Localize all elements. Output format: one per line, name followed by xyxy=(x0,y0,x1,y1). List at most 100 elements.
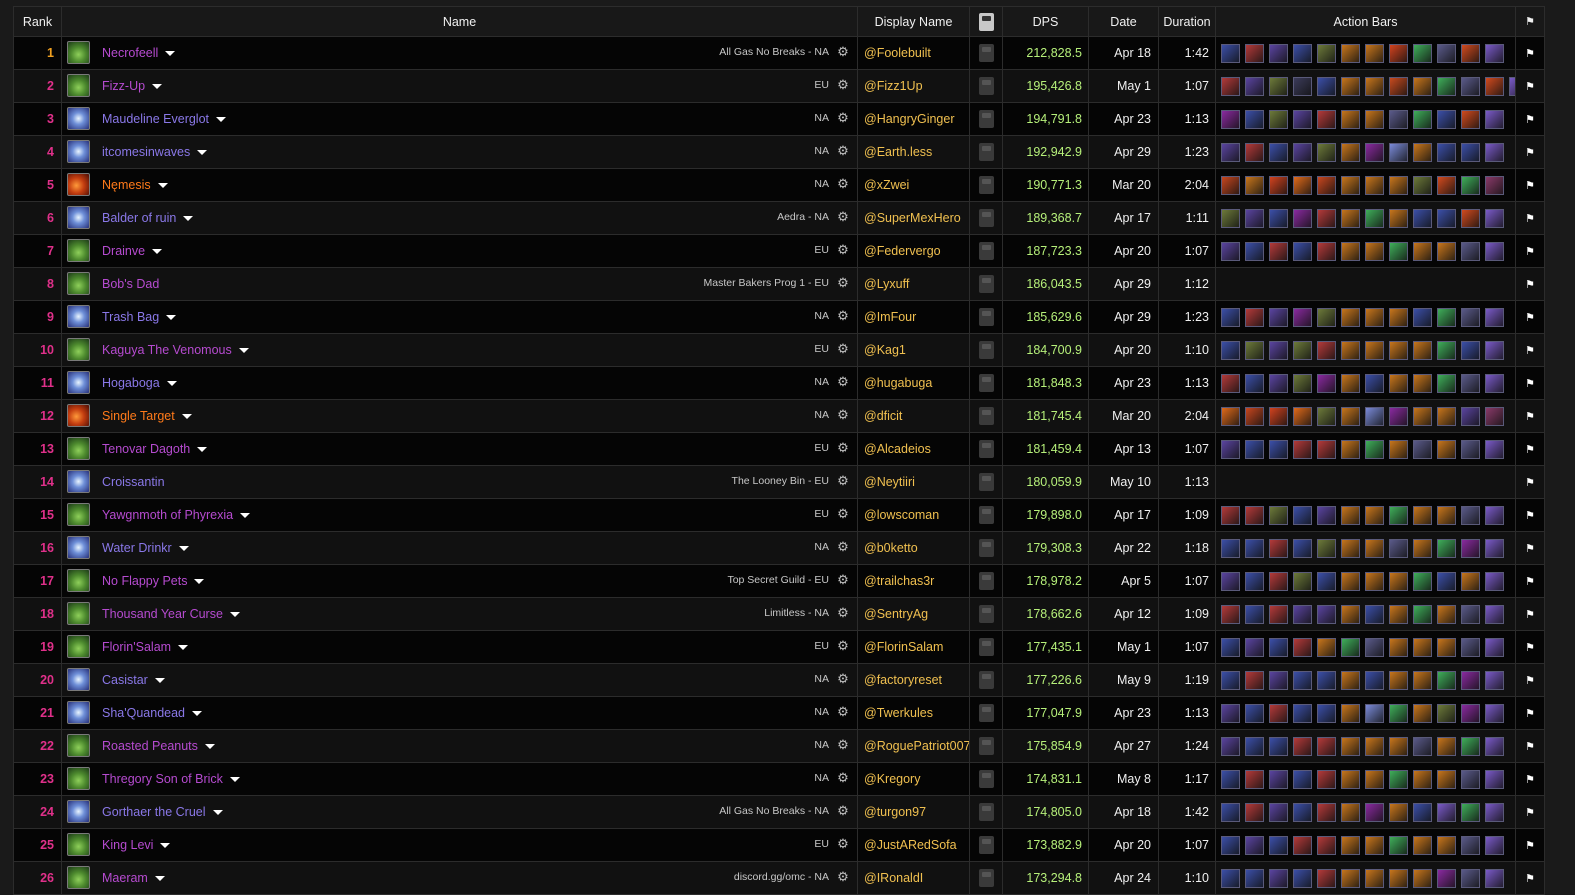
dropdown-caret-icon[interactable] xyxy=(152,249,163,255)
display-name-cell[interactable]: @Fizz1Up xyxy=(857,69,970,103)
table-row[interactable]: 22 Roasted Peanuts NA ⚙ @RoguePatriot007 175,… xyxy=(13,729,1545,763)
armory-icon[interactable]: ⚙ xyxy=(836,78,850,92)
flag-icon[interactable]: ⚑ xyxy=(1525,279,1535,291)
table-row[interactable]: 1 Necrofeell All Gas No Breaks - NA ⚙ @Foole… xyxy=(13,36,1545,70)
player-name-link[interactable]: Thousand Year Curse xyxy=(102,607,240,621)
table-row[interactable]: 26 Maeram discord.gg/omc - NA ⚙ @IRonaldI 173… xyxy=(13,861,1545,895)
armory-icon[interactable]: ⚙ xyxy=(836,804,850,818)
armory-icon[interactable]: ⚙ xyxy=(836,837,850,851)
youtube-icon[interactable] xyxy=(978,242,994,260)
dropdown-caret-icon[interactable] xyxy=(197,150,208,156)
youtube-icon[interactable] xyxy=(978,44,994,62)
display-name-cell[interactable]: @FlorinSalam xyxy=(857,630,970,664)
display-name-cell[interactable]: @HangryGinger xyxy=(857,102,970,136)
table-row[interactable]: 20 Casistar NA ⚙ @factoryreset 177,226.6 May 9… xyxy=(13,663,1545,697)
display-name-header[interactable]: Display Name xyxy=(857,6,970,37)
display-name-cell[interactable]: @Foolebuilt xyxy=(857,36,970,70)
display-name-cell[interactable]: @Kregory xyxy=(857,762,970,796)
armory-icon[interactable]: ⚙ xyxy=(836,705,850,719)
flag-icon[interactable]: ⚑ xyxy=(1525,774,1535,786)
dropdown-caret-icon[interactable] xyxy=(229,777,240,783)
armory-icon[interactable]: ⚙ xyxy=(836,639,850,653)
player-name-link[interactable]: Drainve xyxy=(102,244,163,258)
youtube-icon[interactable] xyxy=(978,407,994,425)
armory-icon[interactable]: ⚙ xyxy=(836,309,850,323)
youtube-icon[interactable] xyxy=(978,770,994,788)
report-flag-cell[interactable]: ⚑ xyxy=(1515,663,1545,697)
dropdown-caret-icon[interactable] xyxy=(154,678,165,684)
armory-icon[interactable]: ⚙ xyxy=(836,210,850,224)
report-flag-cell[interactable]: ⚑ xyxy=(1515,828,1545,862)
name-header[interactable]: Name xyxy=(61,6,858,37)
dropdown-caret-icon[interactable] xyxy=(160,843,171,849)
duration-header[interactable]: Duration xyxy=(1158,6,1216,37)
flag-icon[interactable]: ⚑ xyxy=(1525,147,1535,159)
report-flag-cell[interactable]: ⚑ xyxy=(1515,168,1545,202)
flag-icon[interactable]: ⚑ xyxy=(1525,411,1535,423)
display-name-cell[interactable]: @Federvergo xyxy=(857,234,970,268)
youtube-cell[interactable] xyxy=(969,729,1003,763)
report-flag-cell[interactable]: ⚑ xyxy=(1515,795,1545,829)
youtube-cell[interactable] xyxy=(969,597,1003,631)
dropdown-caret-icon[interactable] xyxy=(238,348,249,354)
youtube-icon[interactable] xyxy=(978,77,994,95)
table-row[interactable]: 15 Yawgnmoth of Phyrexia EU ⚙ @lowscoman 179,… xyxy=(13,498,1545,532)
player-name-link[interactable]: Thregory Son of Brick xyxy=(102,772,240,786)
table-row[interactable]: 10 Kaguya The Venomous EU ⚙ @Kag1 184,700.9 Ap… xyxy=(13,333,1545,367)
youtube-icon[interactable] xyxy=(978,704,994,722)
report-flag-cell[interactable]: ⚑ xyxy=(1515,135,1545,169)
flag-icon[interactable]: ⚑ xyxy=(1525,444,1535,456)
youtube-cell[interactable] xyxy=(969,531,1003,565)
dropdown-caret-icon[interactable] xyxy=(216,117,227,123)
youtube-cell[interactable] xyxy=(969,300,1003,334)
dps-header[interactable]: DPS xyxy=(1002,6,1089,37)
youtube-cell[interactable] xyxy=(969,564,1003,598)
flag-icon[interactable]: ⚑ xyxy=(1525,609,1535,621)
report-flag-cell[interactable]: ⚑ xyxy=(1515,564,1545,598)
armory-icon[interactable]: ⚙ xyxy=(836,474,850,488)
table-row[interactable]: 5 Nęmesis NA ⚙ @xZwei 190,771.3 Mar 20 2:04 ⚑ xyxy=(13,168,1545,202)
table-row[interactable]: 8 Bob's Dad Master Bakers Prog 1 - EU ⚙ @Lyx… xyxy=(13,267,1545,301)
armory-icon[interactable]: ⚙ xyxy=(836,441,850,455)
youtube-cell[interactable] xyxy=(969,168,1003,202)
table-row[interactable]: 2 Fizz-Up EU ⚙ @Fizz1Up 195,426.8 May 1 1:07 ⚑ xyxy=(13,69,1545,103)
dropdown-caret-icon[interactable] xyxy=(178,546,189,552)
player-name-link[interactable]: Maudeline Everglot xyxy=(102,112,227,126)
table-row[interactable]: 11 Hogaboga NA ⚙ @hugabuga 181,848.3 Apr 23 1:1… xyxy=(13,366,1545,400)
dropdown-caret-icon[interactable] xyxy=(166,315,177,321)
armory-icon[interactable]: ⚙ xyxy=(836,45,850,59)
youtube-icon[interactable] xyxy=(978,473,994,491)
report-flag-cell[interactable]: ⚑ xyxy=(1515,366,1545,400)
table-row[interactable]: 3 Maudeline Everglot NA ⚙ @HangryGinger 194,7… xyxy=(13,102,1545,136)
report-flag-cell[interactable]: ⚑ xyxy=(1515,333,1545,367)
display-name-cell[interactable]: @ImFour xyxy=(857,300,970,334)
display-name-cell[interactable]: @SentryAg xyxy=(857,597,970,631)
youtube-cell[interactable] xyxy=(969,498,1003,532)
youtube-icon[interactable] xyxy=(978,605,994,623)
flag-icon[interactable]: ⚑ xyxy=(1525,246,1535,258)
dropdown-caret-icon[interactable] xyxy=(229,612,240,618)
youtube-icon[interactable] xyxy=(978,671,994,689)
armory-icon[interactable]: ⚙ xyxy=(836,771,850,785)
youtube-cell[interactable] xyxy=(969,234,1003,268)
armory-icon[interactable]: ⚙ xyxy=(836,738,850,752)
player-name-link[interactable]: Florin'Salam xyxy=(102,640,189,654)
player-name-link[interactable]: Necrofeell xyxy=(102,46,176,60)
report-flag-cell[interactable]: ⚑ xyxy=(1515,201,1545,235)
youtube-cell[interactable] xyxy=(969,762,1003,796)
date-header[interactable]: Date xyxy=(1088,6,1159,37)
youtube-cell[interactable] xyxy=(969,399,1003,433)
youtube-cell[interactable] xyxy=(969,102,1003,136)
youtube-icon[interactable] xyxy=(978,308,994,326)
dropdown-caret-icon[interactable] xyxy=(166,381,177,387)
dropdown-caret-icon[interactable] xyxy=(183,216,194,222)
armory-icon[interactable]: ⚙ xyxy=(836,375,850,389)
dropdown-caret-icon[interactable] xyxy=(240,513,251,519)
player-name-link[interactable]: Balder of ruin xyxy=(102,211,194,225)
armory-icon[interactable]: ⚙ xyxy=(836,507,850,521)
table-row[interactable]: 13 Tenovar Dagoth EU ⚙ @Alcadeios 181,459.4 Ap… xyxy=(13,432,1545,466)
player-name-link[interactable]: Yawgnmoth of Phyrexia xyxy=(102,508,251,522)
table-row[interactable]: 25 King Levi EU ⚙ @JustARedSofa 173,882.9 Apr … xyxy=(13,828,1545,862)
table-row[interactable]: 24 Gorthaer the Cruel All Gas No Breaks - … xyxy=(13,795,1545,829)
table-row[interactable]: 23 Thregory Son of Brick NA ⚙ @Kregory 174,83… xyxy=(13,762,1545,796)
